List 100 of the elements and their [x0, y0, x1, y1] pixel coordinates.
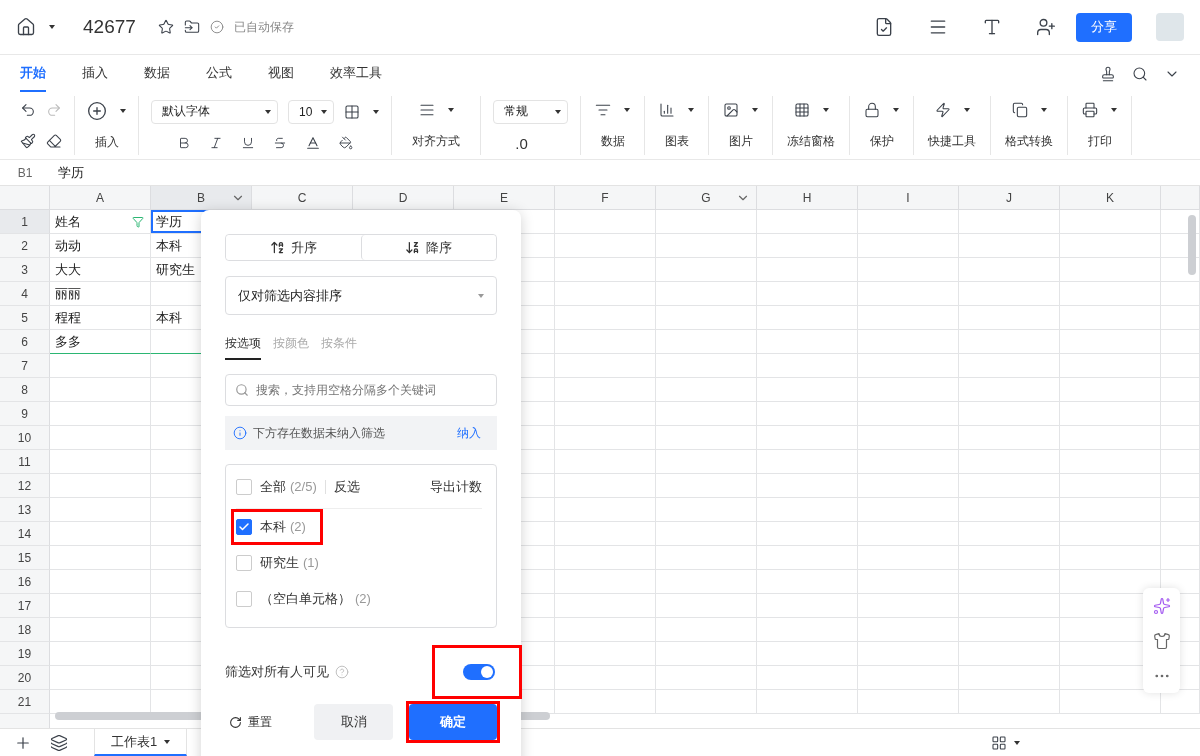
formula-value[interactable]: 学历 [50, 163, 84, 182]
toggle-switch[interactable] [463, 664, 495, 680]
row-header[interactable]: 21 [0, 690, 50, 714]
copy-icon[interactable] [1011, 101, 1028, 118]
toolbar-label[interactable]: 快捷工具 [928, 132, 976, 150]
assistant-icon[interactable] [1152, 596, 1171, 615]
option-label[interactable]: （空白单元格） (2) [260, 590, 371, 608]
number-format-select[interactable]: 常规 [493, 99, 568, 124]
toolbar-label[interactable]: 保护 [869, 132, 894, 150]
toolbar-label[interactable]: 冻结窗格 [787, 132, 835, 150]
info-icon[interactable] [233, 426, 247, 440]
task-icon[interactable] [874, 17, 894, 37]
column-header[interactable]: H [757, 186, 858, 210]
caret-icon[interactable] [373, 109, 379, 114]
toolbar-label[interactable]: 对齐方式 [412, 132, 460, 150]
shirt-icon[interactable] [1152, 631, 1171, 650]
row-header[interactable]: 12 [0, 474, 50, 498]
checkbox[interactable] [236, 478, 252, 495]
add-user-icon[interactable] [1036, 17, 1056, 37]
lock-icon[interactable] [864, 101, 880, 118]
row-header[interactable]: 16 [0, 570, 50, 594]
ribbon-tab[interactable]: 数据 [144, 55, 170, 92]
column-header[interactable]: A [50, 186, 151, 210]
invert-link[interactable]: 反选 [333, 477, 360, 496]
eraser-icon[interactable] [46, 133, 62, 150]
grid-icon[interactable] [793, 101, 810, 118]
row-header[interactable]: 15 [0, 546, 50, 570]
confirm-button[interactable]: 确定 [409, 704, 497, 740]
grid-view-icon[interactable] [991, 734, 1007, 751]
caret-icon[interactable] [49, 25, 55, 29]
font-size-select[interactable]: 10 [288, 99, 334, 124]
option-label[interactable]: 本科 (2) [260, 518, 306, 536]
column-header[interactable]: G [656, 186, 757, 210]
row-header[interactable]: 3 [0, 258, 50, 282]
row-header[interactable]: 20 [0, 666, 50, 690]
caret-icon[interactable] [624, 107, 630, 112]
font-select[interactable]: 默认字体 [151, 99, 278, 124]
image-icon[interactable] [723, 101, 739, 118]
column-header[interactable]: I [858, 186, 959, 210]
row-header[interactable]: 13 [0, 498, 50, 522]
undo-icon[interactable] [20, 101, 36, 118]
row-header[interactable]: 19 [0, 642, 50, 666]
filter-icon[interactable] [132, 215, 144, 228]
export-count-link[interactable]: 导出计数 [430, 477, 482, 496]
column-header[interactable]: C [252, 186, 353, 210]
ribbon-tab[interactable]: 开始 [20, 55, 46, 92]
format-painter-icon[interactable] [20, 133, 36, 150]
row-header[interactable]: 2 [0, 234, 50, 258]
lightning-icon[interactable] [934, 101, 951, 118]
option-label[interactable]: 研究生 (1) [260, 554, 319, 572]
bar-chart-icon[interactable] [659, 101, 675, 118]
cancel-button[interactable]: 取消 [314, 704, 393, 740]
search-field[interactable]: 搜索，支持用空格分隔多个关键词 [225, 374, 497, 406]
star-icon[interactable] [157, 19, 174, 35]
sort-scope-select[interactable]: 仅对筛选内容排序 [225, 276, 497, 315]
stamp-icon[interactable] [1100, 65, 1116, 82]
checkbox[interactable] [236, 555, 252, 571]
row-header[interactable]: 18 [0, 618, 50, 642]
text-icon[interactable] [982, 17, 1002, 37]
caret-icon[interactable] [893, 107, 899, 112]
caret-icon[interactable] [1040, 107, 1047, 112]
bold-icon[interactable] [177, 136, 191, 151]
sort-button[interactable]: 降序 [360, 235, 496, 260]
reset-button[interactable]: 重置 [225, 713, 315, 731]
toolbar-label[interactable]: 图表 [664, 132, 689, 150]
caret-icon[interactable] [1014, 740, 1020, 745]
italic-icon[interactable] [209, 136, 223, 151]
strikethrough-icon[interactable] [273, 136, 287, 151]
column-header[interactable]: E [454, 186, 555, 210]
share-button[interactable]: 分享 [1076, 12, 1132, 42]
font-color-icon[interactable] [305, 135, 321, 152]
print-icon[interactable] [1082, 101, 1098, 118]
toolbar-label[interactable]: 格式转换 [1005, 132, 1053, 150]
column-header[interactable]: B [151, 186, 252, 210]
row-header[interactable]: 7 [0, 354, 50, 378]
row-header[interactable]: 17 [0, 594, 50, 618]
row-header[interactable]: 9 [0, 402, 50, 426]
row-header[interactable]: 8 [0, 378, 50, 402]
caret-icon[interactable] [688, 107, 694, 112]
caret-icon[interactable] [1111, 107, 1117, 112]
ribbon-tab[interactable]: 公式 [206, 55, 232, 92]
ribbon-tab[interactable]: 效率工具 [330, 55, 382, 92]
caret-icon[interactable] [822, 107, 829, 112]
fill-color-icon[interactable] [339, 136, 353, 151]
search-icon[interactable] [1132, 65, 1148, 82]
row-header[interactable]: 5 [0, 306, 50, 330]
row-header[interactable]: 14 [0, 522, 50, 546]
column-header[interactable]: F [555, 186, 656, 210]
row-header[interactable]: 10 [0, 426, 50, 450]
row-header[interactable]: 4 [0, 282, 50, 306]
column-header[interactable]: K [1060, 186, 1161, 210]
row-header[interactable]: 11 [0, 450, 50, 474]
toolbar-label[interactable]: 图片 [728, 132, 753, 150]
ribbon-tab[interactable]: 插入 [82, 55, 108, 92]
ribbon-tab[interactable]: 视图 [268, 55, 294, 92]
caret-icon[interactable] [752, 107, 758, 112]
row-header[interactable]: 1 [0, 210, 50, 234]
add-circle-icon[interactable] [87, 100, 107, 121]
option-label[interactable]: 全部 (2/5) [260, 477, 317, 496]
underline-icon[interactable] [241, 136, 255, 151]
